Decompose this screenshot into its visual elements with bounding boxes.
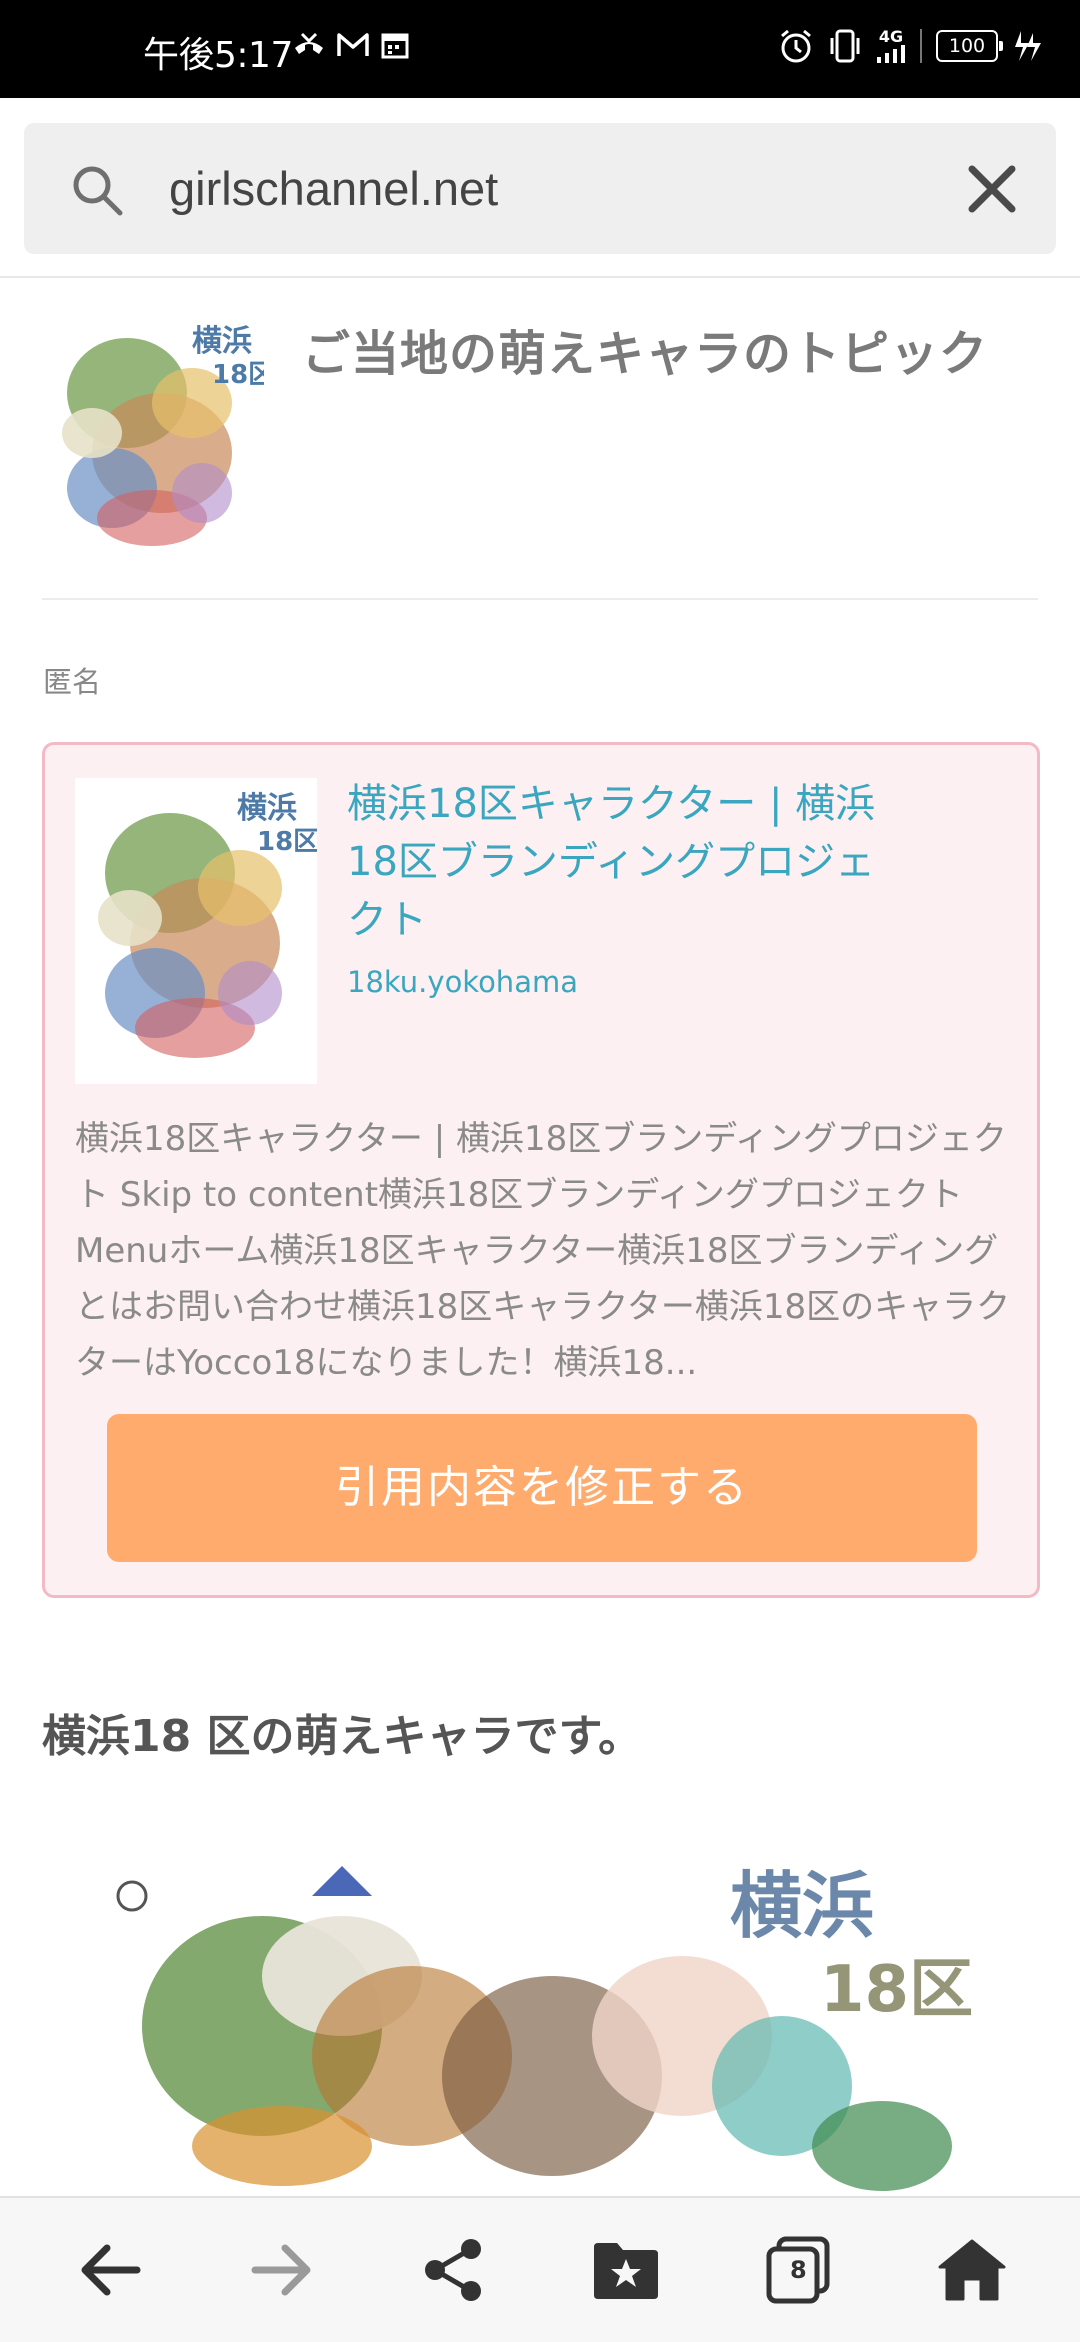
close-icon[interactable] <box>964 161 1020 217</box>
svg-text:横浜: 横浜 <box>730 1864 874 1948</box>
svg-text:18区: 18区 <box>257 827 317 857</box>
edit-quote-button[interactable]: 引用内容を修正する <box>107 1414 977 1562</box>
system-status-icons: 4G 100 <box>778 28 1042 64</box>
bookmarks-button[interactable] <box>588 2232 664 2308</box>
share-button[interactable] <box>416 2232 492 2308</box>
quote-excerpt: 横浜18区キャラクター | 横浜18区ブランディングプロジェクト Skip to… <box>75 1119 1011 1383</box>
tab-count: 8 <box>790 2256 807 2284</box>
comment-author: 匿名 <box>43 665 102 699</box>
quote-thumbnail[interactable]: 横浜 18区 <box>75 778 317 1084</box>
vibrate-icon <box>830 29 860 63</box>
address-bar[interactable]: girlschannel.net <box>24 123 1056 254</box>
battery-icon: 100 <box>936 30 1003 62</box>
signal-icon: 4G <box>876 29 906 63</box>
svg-text:18区: 18区 <box>820 1953 973 2026</box>
home-button[interactable] <box>934 2232 1010 2308</box>
topic-thumbnail[interactable]: 横浜 18区 <box>42 313 264 555</box>
quote-domain[interactable]: 18ku.yokohama <box>347 965 578 999</box>
gmail-icon <box>337 33 369 56</box>
tabs-button[interactable]: 8 <box>760 2232 836 2308</box>
quote-card[interactable]: 横浜 18区 横浜18区キャラクター | 横浜18区ブランディングプロジェクト … <box>42 742 1040 1598</box>
back-button[interactable] <box>72 2232 148 2308</box>
comment-image[interactable]: 横浜 18区 <box>82 1826 1000 2196</box>
svg-text:横浜: 横浜 <box>237 791 297 826</box>
missed-call-icon <box>295 32 323 54</box>
forward-button[interactable] <box>244 2232 320 2308</box>
home-icon <box>938 2239 1006 2301</box>
back-arrow-icon <box>81 2244 141 2296</box>
bottom-navigation: 8 <box>0 2196 1080 2342</box>
svg-text:横浜: 横浜 <box>192 324 252 359</box>
topic-title[interactable]: ご当地の萌えキャラのトピック <box>302 314 988 384</box>
status-divider <box>920 29 922 63</box>
url-field[interactable]: girlschannel.net <box>169 161 498 216</box>
calendar-icon <box>381 33 409 59</box>
topic-divider <box>42 598 1038 600</box>
comment-text: 横浜18 区の萌えキャラです。 <box>42 1711 643 1762</box>
svg-text:18区: 18区 <box>212 360 264 390</box>
quote-link-title[interactable]: 横浜18区キャラクター | 横浜18区ブランディングプロジェクト <box>347 775 907 949</box>
comment-image-logo: 横浜 18区 <box>730 1864 973 2026</box>
forward-arrow-icon <box>251 2244 311 2296</box>
status-bar: 午後5:17 4G 100 <box>0 0 1080 98</box>
header-divider <box>0 276 1080 278</box>
alarm-icon <box>781 29 811 63</box>
notification-icons <box>292 30 410 60</box>
status-time: 午後5:17 <box>143 35 293 76</box>
search-icon[interactable] <box>70 163 124 217</box>
bookmark-folder-icon <box>594 2243 658 2299</box>
charging-icon <box>1015 31 1041 61</box>
network-type: 4G <box>878 27 904 46</box>
share-icon <box>425 2239 481 2301</box>
